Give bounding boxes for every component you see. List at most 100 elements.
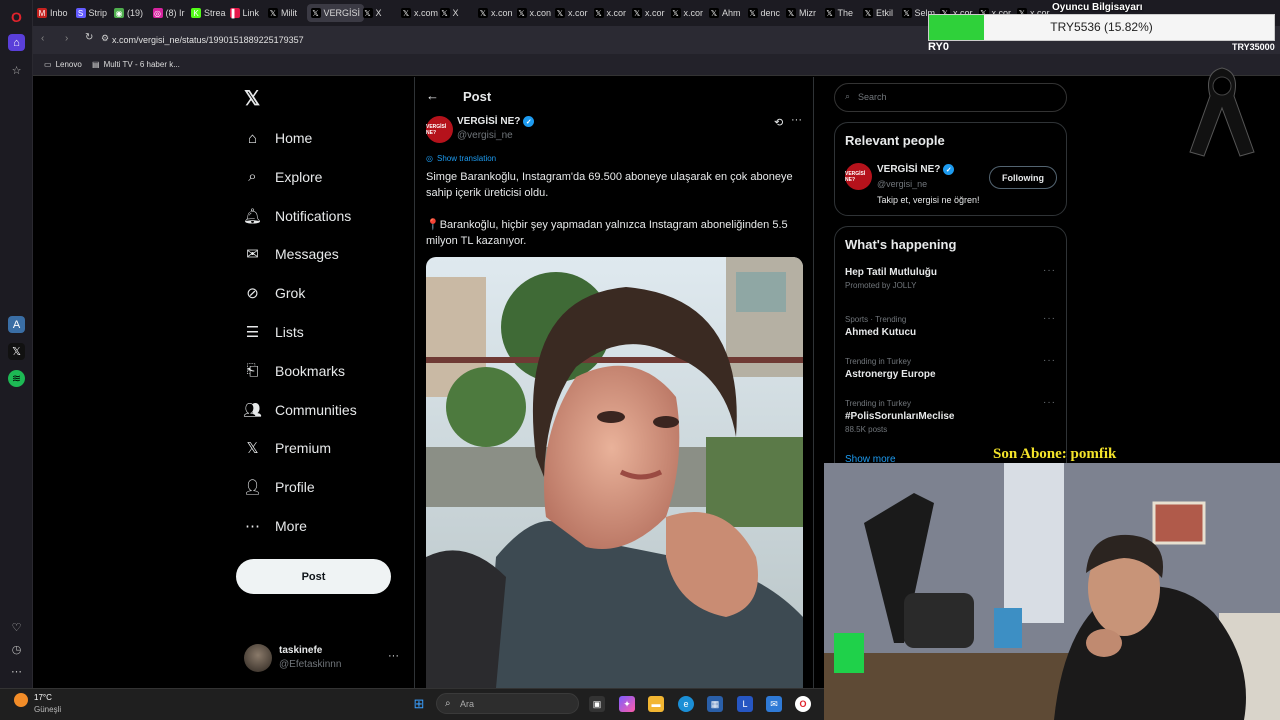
stripe-icon: S xyxy=(75,8,86,18)
taskbar-search[interactable]: ⌕ Ara xyxy=(436,693,579,714)
x-icon: 𝕏 xyxy=(901,8,912,18)
post-more-icon[interactable]: ··· xyxy=(791,114,802,126)
tweet-photo[interactable] xyxy=(426,257,803,688)
author-avatar[interactable]: VERGİSİ NE? xyxy=(426,116,453,143)
x-icon: 𝕏 xyxy=(863,8,873,18)
nav-item-grok[interactable]: ⊘ Grok xyxy=(244,281,305,305)
nav-item-communities[interactable]: 👥︎ Communities xyxy=(243,398,357,422)
author-name: VERGİSİ NE? xyxy=(457,116,521,128)
nav-item-messages[interactable]: ✉ Messages xyxy=(244,242,339,266)
forward-icon[interactable]: › xyxy=(65,33,68,44)
nav-item-bookmarks[interactable]: ⎗ Bookmarks xyxy=(244,359,345,383)
tab-15[interactable]: 𝕏x.cor xyxy=(632,4,665,22)
copilot-icon[interactable]: ✦ xyxy=(619,696,635,712)
tab-20[interactable]: 𝕏 The xyxy=(824,4,854,22)
heart-icon[interactable]: ♡ xyxy=(8,619,25,636)
tab-0[interactable]: M Inbo xyxy=(37,4,68,22)
trend-more-icon[interactable]: ··· xyxy=(1043,265,1056,276)
task-view-icon[interactable]: ▣ xyxy=(589,696,605,712)
relevant-name-row[interactable]: VERGİSİ NE? ✓ xyxy=(877,164,955,175)
windows-start-icon[interactable]: ⊞ xyxy=(411,696,427,712)
trend-more-icon[interactable]: ··· xyxy=(1043,397,1056,408)
chat-icon: ◉ xyxy=(114,8,124,18)
aria-icon[interactable]: A xyxy=(8,316,25,333)
nav-item-home[interactable]: ⌂ Home xyxy=(244,126,312,150)
tab-12[interactable]: 𝕏x.con xyxy=(516,4,551,22)
weather-icon[interactable] xyxy=(14,693,28,707)
author-name-row[interactable]: VERGİSİ NE? ✓ xyxy=(457,116,535,128)
spotify-icon[interactable]: ≋ xyxy=(8,370,25,387)
tab-1[interactable]: S Strip xyxy=(75,4,107,22)
back-icon[interactable]: ‹ xyxy=(41,33,44,44)
grok-explain-icon[interactable]: ⟲ xyxy=(774,116,783,129)
x-icon: 𝕏 xyxy=(268,8,278,18)
tab-9[interactable]: 𝕏x.com xyxy=(401,4,438,22)
trend-category: Trending in Turkey xyxy=(845,399,911,408)
tab-19[interactable]: 𝕏 Mizr xyxy=(786,4,816,22)
trend-item[interactable]: Trending in Turkey #PolisSorunlarıMeclise… xyxy=(845,399,1055,434)
tab-3[interactable]: ◎ (8) Ir xyxy=(152,4,185,22)
tab-label: Mizr xyxy=(799,8,816,18)
relevant-title: Relevant people xyxy=(845,133,945,148)
tab-14[interactable]: 𝕏x.cor xyxy=(593,4,627,22)
post-button[interactable]: Post xyxy=(236,559,391,594)
tab-10[interactable]: 𝕏X xyxy=(439,4,459,22)
nav-item-more[interactable]: ⋯ More xyxy=(244,514,307,538)
home-icon[interactable]: ⌂ xyxy=(8,34,25,51)
tab-17[interactable]: 𝕏 Ahm xyxy=(709,4,741,22)
star-icon[interactable]: ☆ xyxy=(8,62,25,79)
tab-label: The xyxy=(837,8,854,18)
history-icon[interactable]: ◷ xyxy=(8,641,25,658)
file-explorer-icon[interactable]: ▬ xyxy=(648,696,664,712)
tab-7[interactable]: 𝕏 VERGİSİ xyxy=(306,4,365,22)
tab-13[interactable]: 𝕏x.cor xyxy=(555,4,588,22)
show-translation-link[interactable]: ◎ Show translation xyxy=(426,154,496,163)
nav-item-lists[interactable]: ☰ Lists xyxy=(244,320,304,344)
opera-logo-icon[interactable]: O xyxy=(8,8,25,25)
tab-16[interactable]: 𝕏x.cor xyxy=(670,4,703,22)
nav-item-explore[interactable]: ⌕ Explore xyxy=(244,165,322,189)
nav-item-premium[interactable]: 𝕏 Premium xyxy=(244,436,331,460)
account-avatar[interactable] xyxy=(244,644,272,672)
trend-item[interactable]: Hep Tatil Mutluluğu Promoted by JOLLY xyxy=(845,267,1055,290)
mail-app-icon[interactable]: ✉ xyxy=(766,696,782,712)
goal-end: TRY35000 xyxy=(1232,42,1275,52)
trend-more-icon[interactable]: ··· xyxy=(1043,313,1056,324)
grok-icon: ⊘ xyxy=(246,285,259,303)
tab-2[interactable]: ◉ (19) xyxy=(114,4,143,22)
store-icon[interactable]: ▦ xyxy=(707,696,723,712)
reload-icon[interactable]: ↻ xyxy=(85,32,93,43)
relevant-avatar[interactable]: VERGİSİ NE? xyxy=(845,163,872,190)
back-arrow-icon[interactable]: ← xyxy=(426,88,439,103)
instagram-icon: ◎ xyxy=(152,8,163,18)
following-button[interactable]: Following xyxy=(989,166,1057,189)
account-more-icon[interactable]: ··· xyxy=(388,650,399,662)
trend-item[interactable]: Sports · Trending Ahmed Kutucu xyxy=(845,315,1055,338)
tab-18[interactable]: 𝕏denc xyxy=(747,4,780,22)
x-icon: 𝕏 xyxy=(401,8,411,18)
trend-more-icon[interactable]: ··· xyxy=(1043,355,1056,366)
lenovo-app-icon[interactable]: L xyxy=(737,696,753,712)
tab-21[interactable]: 𝕏 Etkil xyxy=(863,4,893,22)
bookmark-multitv[interactable]: ▤ Multi TV - 6 haber k... xyxy=(92,60,180,69)
x-icon: 𝕏 xyxy=(478,8,488,18)
tab-11[interactable]: 𝕏x.con xyxy=(478,4,513,22)
tab-label: x.cor xyxy=(606,8,627,18)
edge-icon[interactable]: e xyxy=(678,696,694,712)
opera-taskbar-icon[interactable]: O xyxy=(795,696,811,712)
site-info-icon[interactable]: ⚙ xyxy=(101,33,109,44)
nav-item-profile[interactable]: 👤︎ Profile xyxy=(243,475,315,499)
x-app-icon[interactable]: 𝕏 xyxy=(8,343,25,360)
trend-item[interactable]: Trending in Turkey Astronergy Europe xyxy=(845,357,1055,380)
x-logo-icon[interactable]: 𝕏 xyxy=(244,86,260,111)
tab-8[interactable]: 𝕏X xyxy=(362,4,382,22)
more-icon[interactable]: ⋯ xyxy=(8,663,25,680)
bookmark-lenovo[interactable]: ▭ Lenovo xyxy=(44,60,82,69)
tab-4[interactable]: K Strea xyxy=(191,4,226,22)
url-field[interactable]: x.com/vergisi_ne/status/1990151889225179… xyxy=(112,35,304,45)
x-icon: 𝕏 xyxy=(786,8,796,18)
nav-item-notifications[interactable]: 🔔︎ Notifications xyxy=(243,204,351,228)
search-input[interactable]: ⌕ Search xyxy=(834,83,1067,112)
tab-6[interactable]: 𝕏 Milit xyxy=(268,4,297,22)
tab-5[interactable]: ▌ Link xyxy=(229,4,259,22)
